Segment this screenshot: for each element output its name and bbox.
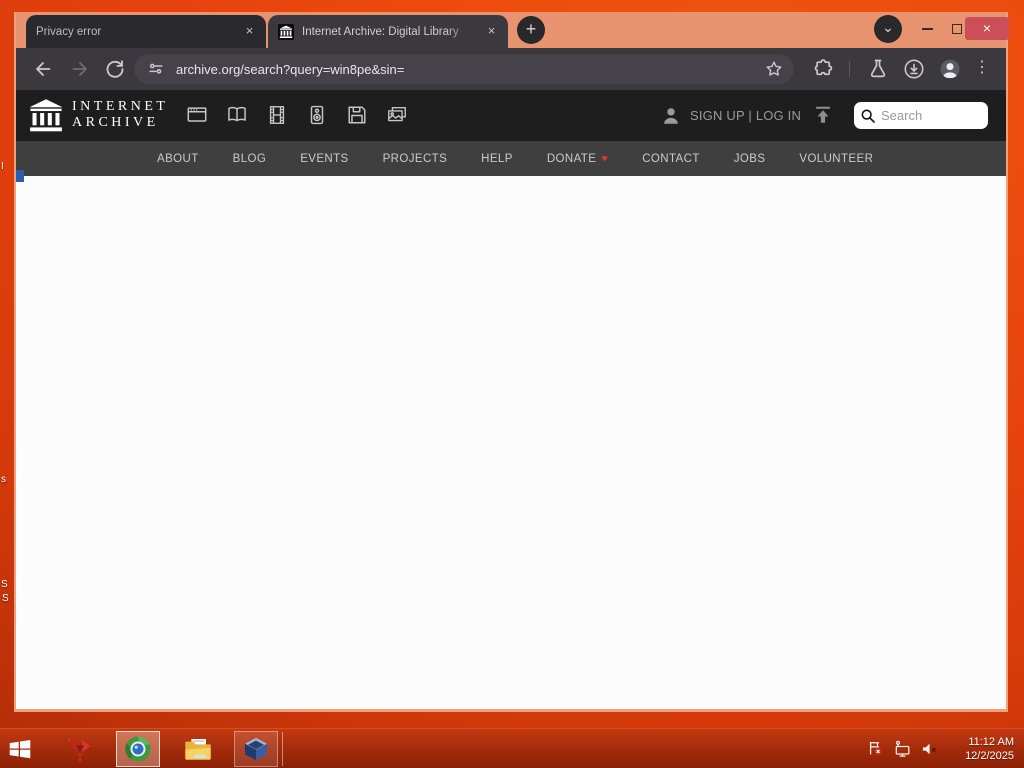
window-close-button[interactable]: × <box>965 17 1009 40</box>
nav-label: BLOG <box>232 152 267 165</box>
minimize-button[interactable] <box>916 18 938 40</box>
tab-title: Privacy error <box>36 25 102 38</box>
action-center-flag-icon[interactable] <box>866 739 886 759</box>
clock-time: 11:12 AM <box>968 735 1014 748</box>
nav-jobs[interactable]: JOBS <box>734 153 766 165</box>
system-tray <box>866 739 940 759</box>
desktop-icon-label-fragment: s <box>1 474 6 485</box>
taskbar-virtualbox-icon[interactable] <box>234 730 278 767</box>
person-icon[interactable] <box>660 105 682 127</box>
bookmark-star-icon[interactable] <box>764 59 784 79</box>
nav-events[interactable]: EVENTS <box>300 153 348 165</box>
internet-archive-logo[interactable] <box>28 98 64 133</box>
network-status-icon[interactable] <box>893 739 913 759</box>
nav-projects[interactable]: PROJECTS <box>383 153 448 165</box>
downloads-icon[interactable] <box>902 57 926 81</box>
signup-login-link[interactable]: SIGN UP | LOG IN <box>690 108 801 123</box>
profile-avatar-icon[interactable] <box>938 57 962 81</box>
labs-flask-icon[interactable] <box>866 57 890 81</box>
nav-label: PROJECTS <box>382 152 448 165</box>
desktop-icon-label-fragment: S <box>2 593 9 604</box>
ia-wordmark-line2: ARCHIVE <box>72 115 159 130</box>
taskbar: 11:12 AM 12/2/2025 <box>0 728 1024 768</box>
tab-search-button[interactable]: ⌄ <box>874 15 902 43</box>
nav-label: EVENTS <box>300 152 349 165</box>
ia-navbar: ABOUT BLOG EVENTS PROJECTS HELP DONATE ♥ … <box>16 141 1006 176</box>
web-icon[interactable] <box>186 104 208 126</box>
extensions-icon[interactable] <box>812 57 836 81</box>
tab-internet-archive[interactable]: Internet Archive: Digital Library × <box>268 15 508 48</box>
taskbar-separator <box>282 731 283 766</box>
auth-area: SIGN UP | LOG IN <box>660 90 801 141</box>
nav-volunteer[interactable]: VOLUNTEER <box>799 153 873 165</box>
nav-donate[interactable]: DONATE ♥ <box>547 153 608 165</box>
ia-search-box[interactable] <box>854 102 988 129</box>
video-icon[interactable] <box>266 104 288 126</box>
nav-label: ABOUT <box>157 152 199 165</box>
nav-label: DONATE <box>546 152 597 165</box>
nav-label: JOBS <box>733 152 766 165</box>
nav-contact[interactable]: CONTACT <box>642 153 700 165</box>
site-settings-icon[interactable] <box>146 59 166 79</box>
nav-label: HELP <box>481 152 513 165</box>
tab-close-icon[interactable]: × <box>483 23 500 40</box>
internet-archive-favicon <box>278 23 294 40</box>
ia-wordmark[interactable]: INTERNET ARCHIVE <box>72 99 168 131</box>
search-icon <box>860 108 876 124</box>
desktop-icon-label-fragment: S <box>1 579 8 590</box>
tab-title: Internet Archive: Digital Library <box>302 25 459 38</box>
taskbar-app-red-icon[interactable] <box>60 729 100 768</box>
nav-blog[interactable]: BLOG <box>233 153 267 165</box>
forward-icon[interactable] <box>69 58 91 80</box>
desktop-icon-label-fragment: I <box>1 161 4 172</box>
ia-wordmark-line1: INTERNET <box>72 99 169 114</box>
browser-window: Privacy error × Internet Archive: Digita… <box>14 12 1009 712</box>
desktop: I s S S Privacy error × Internet Archive… <box>0 0 1024 768</box>
upload-icon[interactable] <box>812 104 834 126</box>
back-icon[interactable] <box>32 58 54 80</box>
tab-privacy-error[interactable]: Privacy error × <box>26 15 266 48</box>
ia-search-input[interactable] <box>881 108 982 123</box>
nav-help[interactable]: HELP <box>481 153 513 165</box>
taskbar-browser-icon[interactable] <box>116 730 160 767</box>
nav-label: CONTACT <box>642 152 700 165</box>
media-type-icons <box>186 104 408 126</box>
tab-close-icon[interactable]: × <box>241 23 258 40</box>
heart-icon: ♥ <box>601 152 609 165</box>
texts-icon[interactable] <box>226 104 248 126</box>
url-text[interactable]: archive.org/search?query=win8pe&sin= <box>176 62 764 77</box>
images-icon[interactable] <box>386 104 408 126</box>
nav-about[interactable]: ABOUT <box>157 153 199 165</box>
taskbar-file-explorer-icon[interactable] <box>178 729 218 768</box>
menu-dots-icon[interactable]: ⋮ <box>974 57 990 81</box>
software-icon[interactable] <box>346 104 368 126</box>
new-tab-button[interactable]: + <box>517 16 545 44</box>
render-artifact <box>16 170 24 182</box>
url-bar[interactable]: archive.org/search?query=win8pe&sin= <box>134 54 794 84</box>
volume-muted-icon[interactable] <box>920 739 940 759</box>
page-content <box>16 170 1006 709</box>
toolbar-separator <box>849 61 850 77</box>
start-button[interactable] <box>0 729 40 768</box>
tab-strip: Privacy error × Internet Archive: Digita… <box>16 12 1009 48</box>
reload-icon[interactable] <box>104 58 126 80</box>
browser-toolbar: archive.org/search?query=win8pe&sin= ⋮ <box>16 48 1006 90</box>
clock-date: 12/2/2025 <box>965 749 1014 762</box>
nav-label: VOLUNTEER <box>799 152 874 165</box>
taskbar-clock[interactable]: 11:12 AM 12/2/2025 <box>948 735 1014 763</box>
ia-header: INTERNET ARCHIVE SIGN UP | LOG IN Search <box>16 90 1006 141</box>
audio-icon[interactable] <box>306 104 328 126</box>
